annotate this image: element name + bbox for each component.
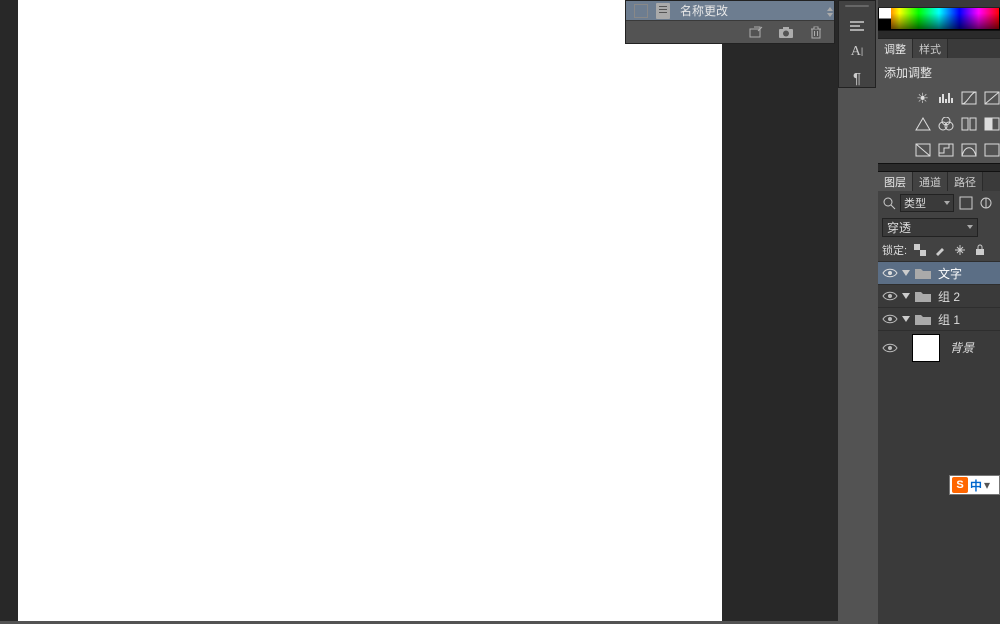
visibility-icon[interactable]: [878, 290, 902, 302]
gradient-map-icon[interactable]: [983, 141, 1000, 159]
strip-handle[interactable]: [845, 5, 869, 7]
ime-lang-label: 中: [970, 477, 982, 494]
filter-type-label: 类型: [904, 195, 926, 211]
curves-icon[interactable]: [960, 89, 977, 107]
chevron-down-icon: [967, 225, 973, 229]
folder-icon: [914, 289, 932, 303]
brightness-icon[interactable]: ☀: [914, 89, 931, 107]
camera-icon[interactable]: [778, 25, 794, 39]
disclosure-icon[interactable]: [902, 293, 910, 299]
layer-name: 组 1: [938, 311, 960, 328]
align-lines-icon[interactable]: [847, 19, 867, 34]
folder-icon: [914, 266, 932, 280]
trash-icon[interactable]: [808, 25, 824, 39]
lock-row: 锁定:: [878, 239, 1000, 261]
layer-thumbnail[interactable]: [912, 334, 940, 362]
posterize-icon[interactable]: [937, 141, 954, 159]
blend-mode-row: 穿透: [878, 215, 1000, 239]
tab-paths[interactable]: 路径: [948, 172, 983, 191]
filter-adjust-icon[interactable]: [978, 195, 994, 211]
notes-panel: 名称更改: [625, 0, 835, 44]
ime-dropdown-icon[interactable]: ▾: [984, 478, 990, 492]
filter-type-select[interactable]: 类型: [900, 194, 954, 212]
layer-item-text-group[interactable]: 文字: [878, 261, 1000, 284]
adjustments-title: 添加调整: [878, 58, 1000, 85]
spectrum-bw-column[interactable]: [879, 8, 891, 29]
layer-list: 文字 组 2 组 1 背景: [878, 261, 1000, 364]
notes-row[interactable]: 名称更改: [626, 1, 834, 21]
layer-item-group1[interactable]: 组 1: [878, 307, 1000, 330]
disclosure-icon[interactable]: [902, 316, 910, 322]
layer-item-group2[interactable]: 组 2: [878, 284, 1000, 307]
adjustments-row-2: [878, 111, 1000, 137]
levels-icon[interactable]: [937, 89, 954, 107]
notes-toolbar: [626, 21, 834, 43]
threshold-icon[interactable]: [960, 141, 977, 159]
filter-pixel-icon[interactable]: [958, 195, 974, 211]
lock-position-icon[interactable]: [953, 243, 967, 257]
note-checkbox[interactable]: [634, 4, 648, 18]
visibility-icon[interactable]: [878, 267, 902, 279]
vibrance-icon[interactable]: [914, 115, 931, 133]
paragraph-panel-icon[interactable]: ¶: [847, 70, 867, 87]
tab-adjustments[interactable]: 调整: [878, 39, 913, 58]
lock-all-icon[interactable]: [973, 243, 987, 257]
page-icon: [656, 3, 670, 19]
tab-styles[interactable]: 样式: [913, 39, 948, 58]
chevron-down-icon: [944, 201, 950, 205]
document-canvas[interactable]: [18, 0, 722, 621]
folder-icon: [914, 312, 932, 326]
disclosure-icon[interactable]: [902, 270, 910, 276]
collapsed-panel-strip: A| ¶: [838, 0, 876, 88]
adjustments-row-1: ☀: [878, 85, 1000, 111]
lock-label: 锁定:: [882, 242, 907, 258]
layer-item-background[interactable]: 背景: [878, 330, 1000, 364]
layer-filter-row: 类型: [878, 191, 1000, 215]
lock-transparent-icon[interactable]: [913, 243, 927, 257]
layer-name: 背景: [950, 339, 974, 356]
search-icon: [882, 196, 896, 210]
tab-layers[interactable]: 图层: [878, 172, 913, 191]
panel-collapse-handle[interactable]: [827, 1, 835, 23]
exposure-icon[interactable]: [983, 89, 1000, 107]
blend-mode-select[interactable]: 穿透: [882, 218, 978, 237]
character-panel-icon[interactable]: A|: [847, 44, 867, 60]
right-panels-column: 调整 样式 添加调整 ☀ 图层 通道 路径 类型: [878, 0, 1000, 621]
color-balance-icon[interactable]: [960, 115, 977, 133]
adjustments-tabs: 调整 样式: [878, 38, 1000, 58]
ime-logo-icon: S: [952, 477, 968, 493]
swatches-header: [878, 0, 1000, 8]
color-spectrum[interactable]: [878, 8, 1000, 30]
bw-icon[interactable]: [983, 115, 1000, 133]
blend-mode-value: 穿透: [887, 219, 911, 236]
layer-name: 文字: [938, 265, 962, 282]
invert-icon[interactable]: [914, 141, 931, 159]
hue-sat-icon[interactable]: [937, 115, 954, 133]
add-note-icon[interactable]: [748, 25, 764, 39]
lock-paint-icon[interactable]: [933, 243, 947, 257]
tab-channels[interactable]: 通道: [913, 172, 948, 191]
ime-indicator[interactable]: S 中 ▾: [949, 475, 1000, 495]
layer-name: 组 2: [938, 288, 960, 305]
visibility-icon[interactable]: [878, 313, 902, 325]
adjustments-row-3: [878, 137, 1000, 163]
note-filename: 名称更改: [680, 2, 728, 19]
visibility-icon[interactable]: [878, 342, 902, 354]
layers-tabs: 图层 通道 路径: [878, 171, 1000, 191]
